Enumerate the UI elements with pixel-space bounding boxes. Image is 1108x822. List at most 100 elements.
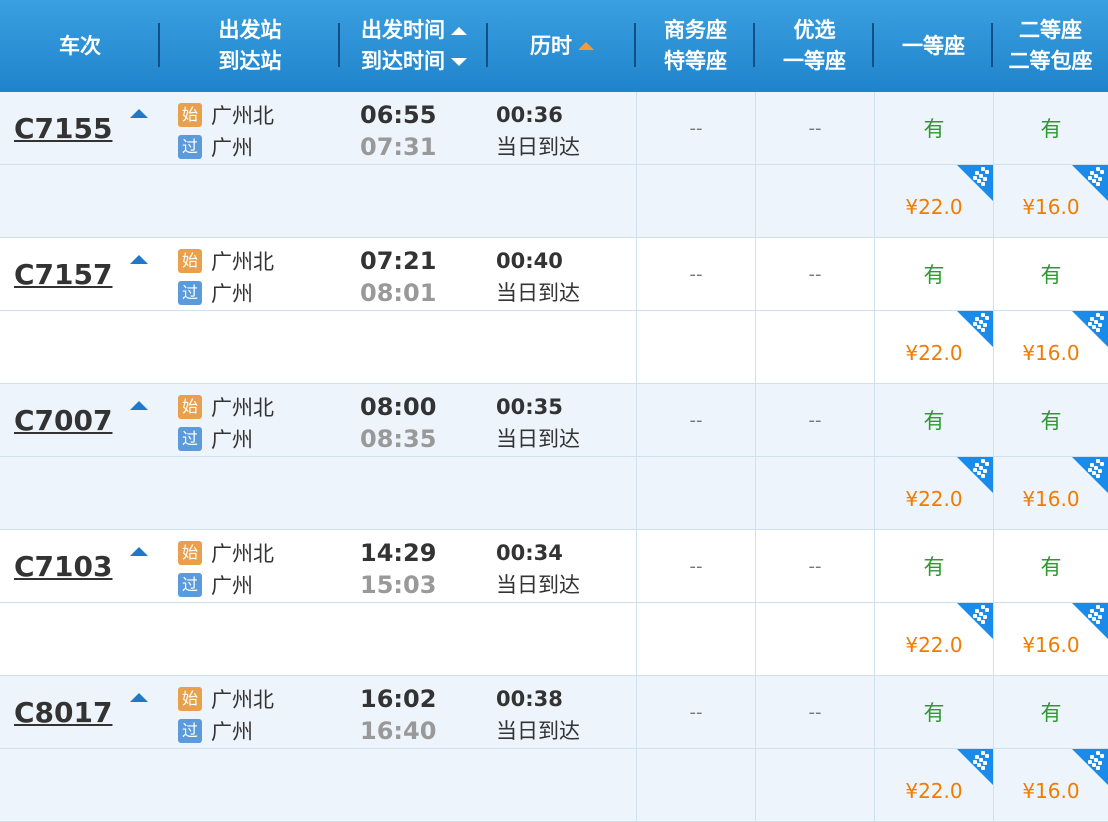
premium-first-availability: -- — [808, 409, 822, 431]
first-class-availability[interactable]: 有 — [924, 259, 945, 289]
second-class-availability[interactable]: 有 — [1041, 551, 1062, 581]
col-premium-label: 优选 — [793, 18, 836, 42]
train-row[interactable]: C8017 始广州北 过广州 16:02 16:40 00:38 当日到达 --… — [0, 676, 1108, 749]
stations-cell: 始广州北 过广州 — [160, 384, 340, 456]
stations-cell: 始广州北 过广州 — [160, 238, 340, 310]
times-cell: 14:29 15:03 — [340, 530, 488, 602]
origin-badge: 始 — [178, 541, 202, 565]
col-duration: 历时 — [488, 0, 636, 92]
train-code-link[interactable]: C8017 — [14, 696, 112, 729]
stops-toggle-icon[interactable] — [130, 547, 148, 556]
first-class-price: ¥22.0 — [905, 487, 963, 511]
second-class-price-cell: ¥16.0 — [993, 457, 1108, 529]
sort-duration[interactable]: 历时 — [530, 31, 594, 62]
origin-badge: 始 — [178, 395, 202, 419]
duration-cell: 00:36 当日到达 — [488, 92, 636, 164]
premium-first-availability: -- — [808, 117, 822, 139]
first-class-cell[interactable]: 有 — [874, 384, 993, 456]
col-second-class: 二等座 二等包座 — [993, 0, 1108, 92]
price-row: ¥22.0 ¥16.0 — [0, 749, 1108, 822]
col-arrive-station-label: 到达站 — [218, 49, 282, 73]
arrive-time: 08:35 — [360, 425, 437, 453]
passing-badge: 过 — [178, 427, 202, 451]
second-class-cell[interactable]: 有 — [993, 92, 1108, 164]
business-seat-availability: -- — [689, 555, 703, 577]
train-cell: C7007 — [0, 384, 160, 456]
train-row[interactable]: C7103 始广州北 过广州 14:29 15:03 00:34 当日到达 --… — [0, 530, 1108, 603]
business-seat-cell: -- — [636, 384, 755, 456]
stops-toggle-icon[interactable] — [130, 401, 148, 410]
duration-value: 00:40 — [496, 249, 563, 273]
first-class-availability[interactable]: 有 — [924, 551, 945, 581]
arrive-station: 广州 — [211, 574, 253, 598]
sort-asc-active-icon[interactable] — [578, 42, 594, 50]
passing-badge: 过 — [178, 573, 202, 597]
arrive-time: 15:03 — [360, 571, 437, 599]
train-code-link[interactable]: C7007 — [14, 404, 112, 437]
first-class-price-cell: ¥22.0 — [874, 457, 993, 529]
second-class-cell[interactable]: 有 — [993, 238, 1108, 310]
business-seat-availability: -- — [689, 701, 703, 723]
train-row[interactable]: C7007 始广州北 过广州 08:00 08:35 00:35 当日到达 --… — [0, 384, 1108, 457]
train-code-link[interactable]: C7157 — [14, 258, 112, 291]
col-times: 出发时间 到达时间 — [340, 0, 488, 92]
first-class-cell[interactable]: 有 — [874, 238, 993, 310]
business-seat-cell: -- — [636, 676, 755, 748]
stops-toggle-icon[interactable] — [130, 693, 148, 702]
depart-station: 广州北 — [211, 250, 274, 274]
first-class-price: ¥22.0 — [905, 195, 963, 219]
duration-value: 00:34 — [496, 541, 563, 565]
col-depart-time-label: 出发时间 — [361, 18, 445, 42]
passing-badge: 过 — [178, 719, 202, 743]
first-class-availability[interactable]: 有 — [924, 405, 945, 435]
price-row: ¥22.0 ¥16.0 — [0, 165, 1108, 238]
first-class-availability[interactable]: 有 — [924, 113, 945, 143]
col-depart-station-label: 出发站 — [218, 18, 282, 42]
first-class-cell[interactable]: 有 — [874, 676, 993, 748]
train-cell: C8017 — [0, 676, 160, 748]
depart-time: 14:29 — [360, 539, 437, 567]
origin-badge: 始 — [178, 249, 202, 273]
premium-first-cell: -- — [755, 676, 874, 748]
col-first-class-label: 一等座 — [902, 33, 965, 58]
second-class-availability[interactable]: 有 — [1041, 259, 1062, 289]
sort-asc-icon[interactable] — [451, 26, 467, 35]
premium-first-availability: -- — [808, 701, 822, 723]
arrive-time: 16:40 — [360, 717, 437, 745]
first-class-cell[interactable]: 有 — [874, 92, 993, 164]
sort-depart-time[interactable]: 出发时间 — [361, 15, 467, 46]
train-code-link[interactable]: C7103 — [14, 550, 112, 583]
train-code-link[interactable]: C7155 — [14, 112, 112, 145]
business-seat-availability: -- — [689, 117, 703, 139]
second-class-availability[interactable]: 有 — [1041, 405, 1062, 435]
first-class-cell[interactable]: 有 — [874, 530, 993, 602]
second-class-cell[interactable]: 有 — [993, 530, 1108, 602]
second-class-availability[interactable]: 有 — [1041, 697, 1062, 727]
sort-desc-icon[interactable] — [451, 57, 467, 66]
col-premium-first-label: 一等座 — [783, 49, 846, 73]
business-seat-cell: -- — [636, 238, 755, 310]
stops-toggle-icon[interactable] — [130, 255, 148, 264]
stations-cell: 始广州北 过广州 — [160, 92, 340, 164]
first-class-availability[interactable]: 有 — [924, 697, 945, 727]
stations-cell: 始广州北 过广州 — [160, 676, 340, 748]
second-class-cell[interactable]: 有 — [993, 676, 1108, 748]
second-class-price-cell: ¥16.0 — [993, 311, 1108, 383]
depart-station: 广州北 — [211, 688, 274, 712]
second-class-cell[interactable]: 有 — [993, 384, 1108, 456]
arrive-station: 广州 — [211, 720, 253, 744]
train-row[interactable]: C7155 始广州北 过广州 06:55 07:31 00:36 当日到达 --… — [0, 92, 1108, 165]
train-row[interactable]: C7157 始广州北 过广州 07:21 08:01 00:40 当日到达 --… — [0, 238, 1108, 311]
col-arrive-time-label: 到达时间 — [361, 49, 445, 73]
arrival-day-note: 当日到达 — [496, 135, 580, 159]
first-class-price-cell: ¥22.0 — [874, 749, 993, 821]
stops-toggle-icon[interactable] — [130, 109, 148, 118]
second-class-availability[interactable]: 有 — [1041, 113, 1062, 143]
premium-first-cell: -- — [755, 384, 874, 456]
sort-arrive-time[interactable]: 到达时间 — [361, 46, 467, 77]
arrival-day-note: 当日到达 — [496, 281, 580, 305]
col-second-class-label: 二等座 — [1019, 18, 1082, 42]
origin-badge: 始 — [178, 687, 202, 711]
col-second-class-compartment-label: 二等包座 — [1008, 49, 1093, 73]
duration-value: 00:36 — [496, 103, 563, 127]
